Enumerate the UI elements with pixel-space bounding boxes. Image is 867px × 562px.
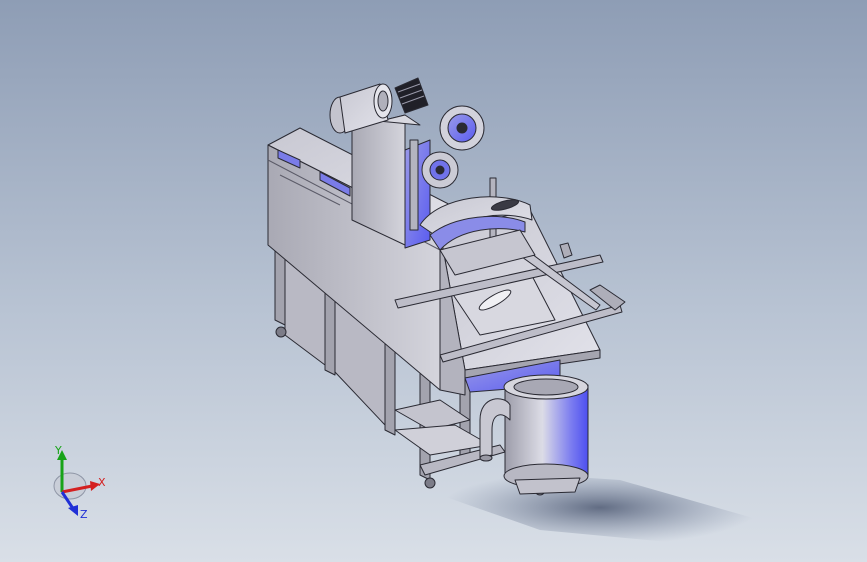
model-render[interactable] [0, 0, 867, 562]
axis-triad: Y X Z [40, 444, 120, 526]
ground-shadow [440, 470, 760, 545]
x-axis-label: X [98, 476, 106, 489]
z-axis-arrow-icon [68, 505, 78, 516]
z-axis-label: Z [80, 508, 88, 521]
triad-sphere [53, 472, 87, 500]
graphics-viewport[interactable]: Y X Z [0, 0, 867, 562]
y-axis-label: Y [55, 444, 62, 457]
